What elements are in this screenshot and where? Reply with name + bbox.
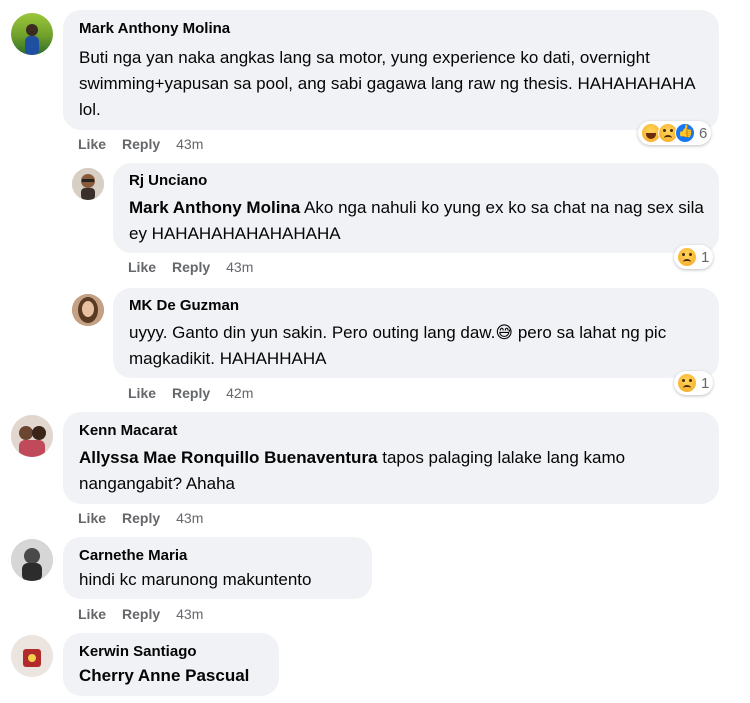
comment-actions: Like Reply 42m bbox=[128, 385, 269, 401]
avatar[interactable] bbox=[11, 635, 53, 677]
avatar-photo bbox=[11, 539, 53, 581]
like-button[interactable]: Like bbox=[78, 510, 106, 526]
sad-icon bbox=[677, 373, 697, 393]
mention-link[interactable]: Mark Anthony Molina bbox=[129, 198, 300, 217]
comment-author[interactable]: Kenn Macarat bbox=[79, 421, 707, 441]
like-button[interactable]: Like bbox=[128, 385, 156, 401]
comment-bubble: Kenn Macarat Allyssa Mae Ronquillo Buena… bbox=[63, 412, 719, 504]
timestamp[interactable]: 43m bbox=[176, 606, 203, 622]
comment-text: uyyy. Ganto din yun sakin. Pero outing l… bbox=[129, 320, 707, 372]
like-button[interactable]: Like bbox=[78, 606, 106, 622]
avatar[interactable] bbox=[11, 13, 53, 55]
reaction-count: 6 bbox=[699, 124, 708, 142]
reaction-count: 1 bbox=[701, 248, 710, 266]
mention-link[interactable]: Allyssa Mae Ronquillo Buenaventura bbox=[79, 448, 378, 467]
timestamp[interactable]: 42m bbox=[226, 385, 253, 401]
comment-text: Allyssa Mae Ronquillo Buenaventura tapos… bbox=[79, 445, 707, 497]
reply-bubble: Rj Unciano Mark Anthony Molina Ako nga n… bbox=[113, 163, 719, 253]
avatar[interactable] bbox=[11, 539, 53, 581]
reaction-count: 1 bbox=[701, 374, 710, 392]
avatar-photo bbox=[72, 168, 104, 200]
reaction-summary[interactable]: 1 bbox=[674, 245, 714, 269]
reply-button[interactable]: Reply bbox=[122, 606, 160, 622]
reply-bubble: MK De Guzman uyyy. Ganto din yun sakin. … bbox=[113, 288, 719, 378]
sweat-smile-emoji: 😅 bbox=[495, 323, 514, 342]
comment-author[interactable]: Rj Unciano bbox=[129, 171, 707, 191]
avatar-photo bbox=[72, 294, 104, 326]
comment-actions: Like Reply 43m bbox=[78, 136, 219, 152]
comment-bubble: Mark Anthony Molina Buti nga yan naka an… bbox=[63, 10, 719, 130]
reaction-summary[interactable]: 6 bbox=[638, 121, 712, 145]
comment-author[interactable]: Carnethe Maria bbox=[79, 546, 360, 566]
like-button[interactable]: Like bbox=[78, 136, 106, 152]
comment-author[interactable]: MK De Guzman bbox=[129, 296, 707, 316]
timestamp[interactable]: 43m bbox=[176, 510, 203, 526]
avatar-photo bbox=[11, 635, 53, 677]
avatar[interactable] bbox=[72, 168, 104, 200]
timestamp[interactable]: 43m bbox=[176, 136, 203, 152]
comment-actions: Like Reply 43m bbox=[128, 259, 269, 275]
sad-icon bbox=[677, 247, 697, 267]
comment-text: Mark Anthony Molina Ako nga nahuli ko yu… bbox=[129, 195, 707, 247]
comment-text: Cherry Anne Pascual bbox=[79, 663, 267, 689]
comment-bubble: Kerwin Santiago Cherry Anne Pascual bbox=[63, 633, 279, 696]
reaction-summary[interactable]: 1 bbox=[674, 371, 714, 395]
comment-text: hindi kc marunong makuntento bbox=[79, 570, 312, 589]
like-button[interactable]: Like bbox=[128, 259, 156, 275]
comment-body: uyyy. Ganto din yun sakin. Pero outing l… bbox=[129, 323, 496, 342]
avatar[interactable] bbox=[11, 415, 53, 457]
reply-button[interactable]: Reply bbox=[122, 510, 160, 526]
mention-link[interactable]: Cherry Anne Pascual bbox=[79, 666, 249, 685]
comment-bubble: Carnethe Maria hindi kc marunong makunte… bbox=[63, 537, 372, 599]
avatar-photo bbox=[11, 415, 53, 457]
timestamp[interactable]: 43m bbox=[226, 259, 253, 275]
reply-button[interactable]: Reply bbox=[172, 259, 210, 275]
comment-author[interactable]: Mark Anthony Molina bbox=[79, 19, 707, 39]
comment-text: Buti nga yan naka angkas lang sa motor, … bbox=[79, 48, 695, 119]
comment-author[interactable]: Kerwin Santiago bbox=[79, 642, 267, 662]
avatar[interactable] bbox=[72, 294, 104, 326]
reply-button[interactable]: Reply bbox=[172, 385, 210, 401]
like-icon bbox=[675, 123, 695, 143]
comment-actions: Like Reply 43m bbox=[78, 510, 219, 526]
avatar-photo bbox=[25, 24, 39, 55]
comment-actions: Like Reply 43m bbox=[78, 606, 219, 622]
reply-button[interactable]: Reply bbox=[122, 136, 160, 152]
